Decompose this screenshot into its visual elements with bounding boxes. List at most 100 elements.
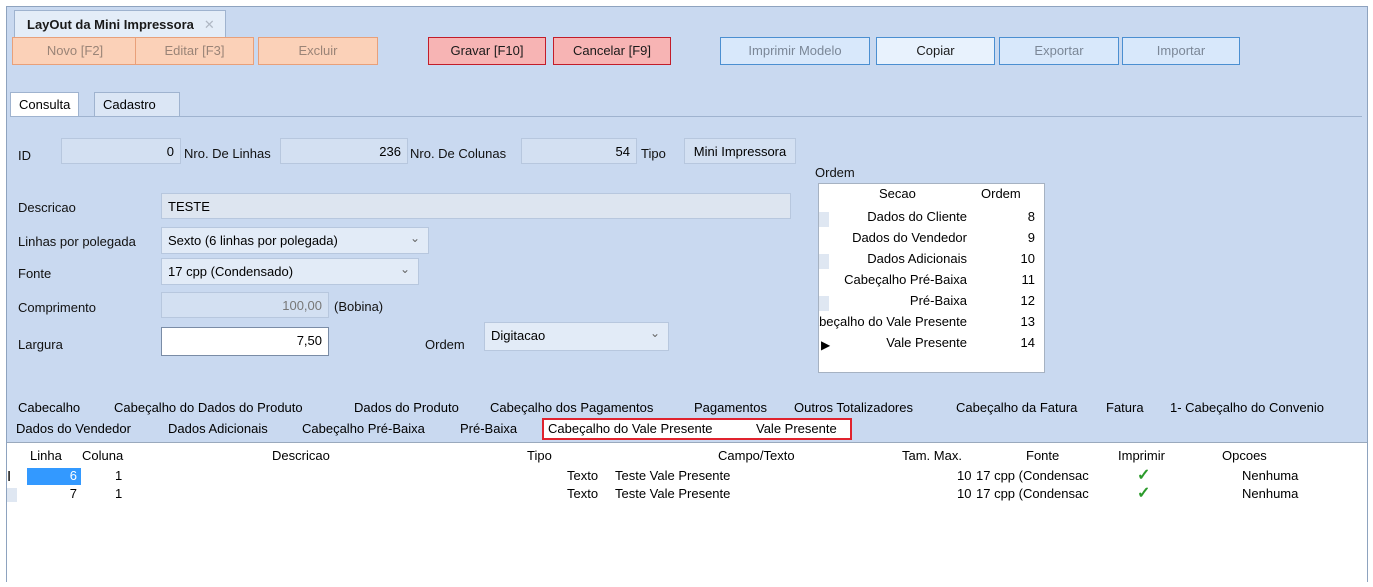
- cell-tipo[interactable]: Texto: [567, 468, 598, 483]
- nro-linhas-field: 236: [280, 138, 408, 164]
- tab-fatura[interactable]: Fatura: [1106, 400, 1144, 415]
- ordem-grid-header-secao: Secao: [879, 186, 916, 201]
- tab-divider: [10, 116, 1362, 117]
- cell-tam-max[interactable]: 10: [957, 486, 971, 501]
- cancelar-button[interactable]: Cancelar [F9]: [553, 37, 671, 65]
- list-item-ordem: 8: [1027, 209, 1035, 224]
- nro-colunas-label: Nro. De Colunas: [410, 146, 507, 161]
- chevron-down-icon: ⌄: [399, 262, 410, 276]
- close-icon[interactable]: ✕: [204, 17, 215, 32]
- fonte-label: Fonte: [18, 266, 52, 281]
- list-item[interactable]: Dados do Cliente 8: [819, 209, 1044, 230]
- tab-dados-vendedor[interactable]: Dados do Vendedor: [16, 421, 131, 436]
- grid-header-campo[interactable]: Campo/Texto: [718, 448, 795, 463]
- cell-fonte[interactable]: 17 cpp (Condensac: [976, 486, 1089, 501]
- tab-dados-produto[interactable]: Dados do Produto: [354, 400, 459, 415]
- tab-consulta[interactable]: Consulta: [10, 92, 80, 116]
- list-item-secao: Pré-Baixa: [909, 293, 967, 308]
- checkmark-icon[interactable]: ✓: [1137, 483, 1150, 503]
- ordem-grid[interactable]: Secao Ordem Dados do Cliente 8 Dados do V…: [818, 183, 1045, 373]
- comprimento-label: Comprimento: [18, 300, 97, 315]
- importar-button[interactable]: Importar: [1122, 37, 1240, 65]
- list-item[interactable]: Dados Adicionais 10: [819, 251, 1044, 272]
- list-item-secao: Cabeçalho Pré-Baixa: [844, 272, 967, 287]
- tipo-label: Tipo: [641, 146, 666, 161]
- grid-header-tipo[interactable]: Tipo: [527, 448, 552, 463]
- cell-opcoes[interactable]: Nenhuma: [1242, 486, 1298, 501]
- checkmark-icon[interactable]: ✓: [1137, 465, 1150, 485]
- imprimir-modelo-button[interactable]: Imprimir Modelo: [720, 37, 870, 65]
- grid-header-opcoes[interactable]: Opcoes: [1222, 448, 1267, 463]
- tab-pagamentos[interactable]: Pagamentos: [694, 400, 767, 415]
- grid-header-fonte[interactable]: Fonte: [1026, 448, 1059, 463]
- grid-header-coluna[interactable]: Coluna: [82, 448, 123, 463]
- gravar-button[interactable]: Gravar [F10]: [428, 37, 546, 65]
- layout-grid[interactable]: [7, 442, 1367, 582]
- linhas-por-polegada-label: Linhas por polegada: [18, 234, 136, 249]
- list-item-secao: Dados do Cliente: [867, 209, 967, 224]
- fonte-value: 17 cpp (Condensado): [168, 264, 294, 279]
- tab-vale-presente[interactable]: Vale Presente: [756, 421, 837, 436]
- list-item[interactable]: ▶ Vale Presente 14: [819, 335, 1044, 356]
- nro-linhas-label: Nro. De Linhas: [184, 146, 271, 161]
- list-item-secao: Vale Presente: [886, 335, 967, 350]
- editar-button[interactable]: Editar [F3]: [135, 37, 254, 65]
- id-field: 0: [61, 138, 181, 164]
- grid-header-linha[interactable]: Linha: [30, 448, 62, 463]
- list-item-ordem: 11: [1021, 272, 1036, 287]
- cell-campo[interactable]: Teste Vale Presente: [615, 468, 730, 483]
- cell-linha[interactable]: 7: [27, 486, 81, 501]
- ordem-value: Digitacao: [491, 328, 546, 343]
- list-item-ordem: 12: [1020, 293, 1035, 308]
- tab-cabecalho-fatura[interactable]: Cabeçalho da Fatura: [956, 400, 1077, 415]
- grid-header-descricao[interactable]: Descricao: [272, 448, 330, 463]
- copiar-button[interactable]: Copiar: [876, 37, 995, 65]
- largura-input[interactable]: 7,50: [161, 327, 329, 356]
- tab-cabecalho-pre-baixa[interactable]: Cabeçalho Pré-Baixa: [302, 421, 425, 436]
- novo-button[interactable]: Novo [F2]: [12, 37, 138, 65]
- chevron-down-icon: ⌄: [649, 326, 660, 340]
- tab-cabecalho-convenio[interactable]: 1- Cabeçalho do Convenio: [1170, 400, 1324, 415]
- cell-tipo[interactable]: Texto: [567, 486, 598, 501]
- tab-outros-totalizadores[interactable]: Outros Totalizadores: [794, 400, 913, 415]
- table-row[interactable]: 7 1 Texto Teste Vale Presente 10 17 cpp …: [7, 483, 1367, 504]
- list-item[interactable]: Cabeçalho do Vale Presente 13: [819, 314, 1044, 335]
- list-item-secao: Dados do Vendedor: [852, 230, 967, 245]
- table-row[interactable]: I 6 1 Texto Teste Vale Presente 10 17 cp…: [7, 465, 1367, 486]
- tab-cabecalho[interactable]: Cabecalho: [18, 400, 80, 415]
- tab-cabecalho-pagamentos[interactable]: Cabeçalho dos Pagamentos: [490, 400, 653, 415]
- document-tab[interactable]: LayOut da Mini Impressora ✕: [14, 10, 226, 37]
- linhas-por-polegada-select[interactable]: Sexto (6 linhas por polegada) ⌄: [161, 227, 429, 254]
- excluir-button[interactable]: Excluir: [258, 37, 378, 65]
- id-label: ID: [18, 148, 31, 163]
- cell-coluna[interactable]: 1: [115, 468, 122, 483]
- bobina-label: (Bobina): [334, 299, 384, 314]
- list-item[interactable]: Pré-Baixa 12: [819, 293, 1044, 314]
- text-cursor-icon: I: [7, 468, 12, 485]
- list-item[interactable]: Dados do Vendedor 9: [819, 230, 1044, 251]
- list-item-ordem: 13: [1020, 314, 1035, 329]
- tab-pre-baixa[interactable]: Pré-Baixa: [460, 421, 517, 436]
- list-item-ordem: 10: [1020, 251, 1035, 266]
- list-item-secao: Cabeçalho do Vale Presente: [819, 314, 967, 329]
- tab-cadastro[interactable]: Cadastro: [94, 92, 180, 116]
- ordem-grid-header-ordem: Ordem: [981, 186, 1021, 201]
- tab-dados-adicionais[interactable]: Dados Adicionais: [168, 421, 268, 436]
- cell-tam-max[interactable]: 10: [957, 468, 971, 483]
- tab-cabecalho-vale-presente[interactable]: Cabeçalho do Vale Presente: [548, 421, 713, 436]
- cell-opcoes[interactable]: Nenhuma: [1242, 468, 1298, 483]
- exportar-button[interactable]: Exportar: [999, 37, 1119, 65]
- fonte-select[interactable]: 17 cpp (Condensado) ⌄: [161, 258, 419, 285]
- cell-linha[interactable]: 6: [27, 468, 81, 485]
- section-tabs-row-2: Dados do Vendedor Dados Adicionais Cabeç…: [10, 418, 1362, 440]
- tab-cabecalho-dados-produto[interactable]: Cabeçalho do Dados do Produto: [114, 400, 303, 415]
- cell-coluna[interactable]: 1: [115, 486, 122, 501]
- grid-header-tam-max[interactable]: Tam. Max.: [902, 448, 962, 463]
- descricao-input[interactable]: TESTE: [161, 193, 791, 219]
- ordem-grid-title: Ordem: [815, 165, 855, 180]
- cell-campo[interactable]: Teste Vale Presente: [615, 486, 730, 501]
- grid-header-imprimir[interactable]: Imprimir: [1118, 448, 1165, 463]
- cell-fonte[interactable]: 17 cpp (Condensac: [976, 468, 1089, 483]
- ordem-select[interactable]: Digitacao ⌄: [484, 322, 669, 351]
- list-item[interactable]: Cabeçalho Pré-Baixa 11: [819, 272, 1044, 293]
